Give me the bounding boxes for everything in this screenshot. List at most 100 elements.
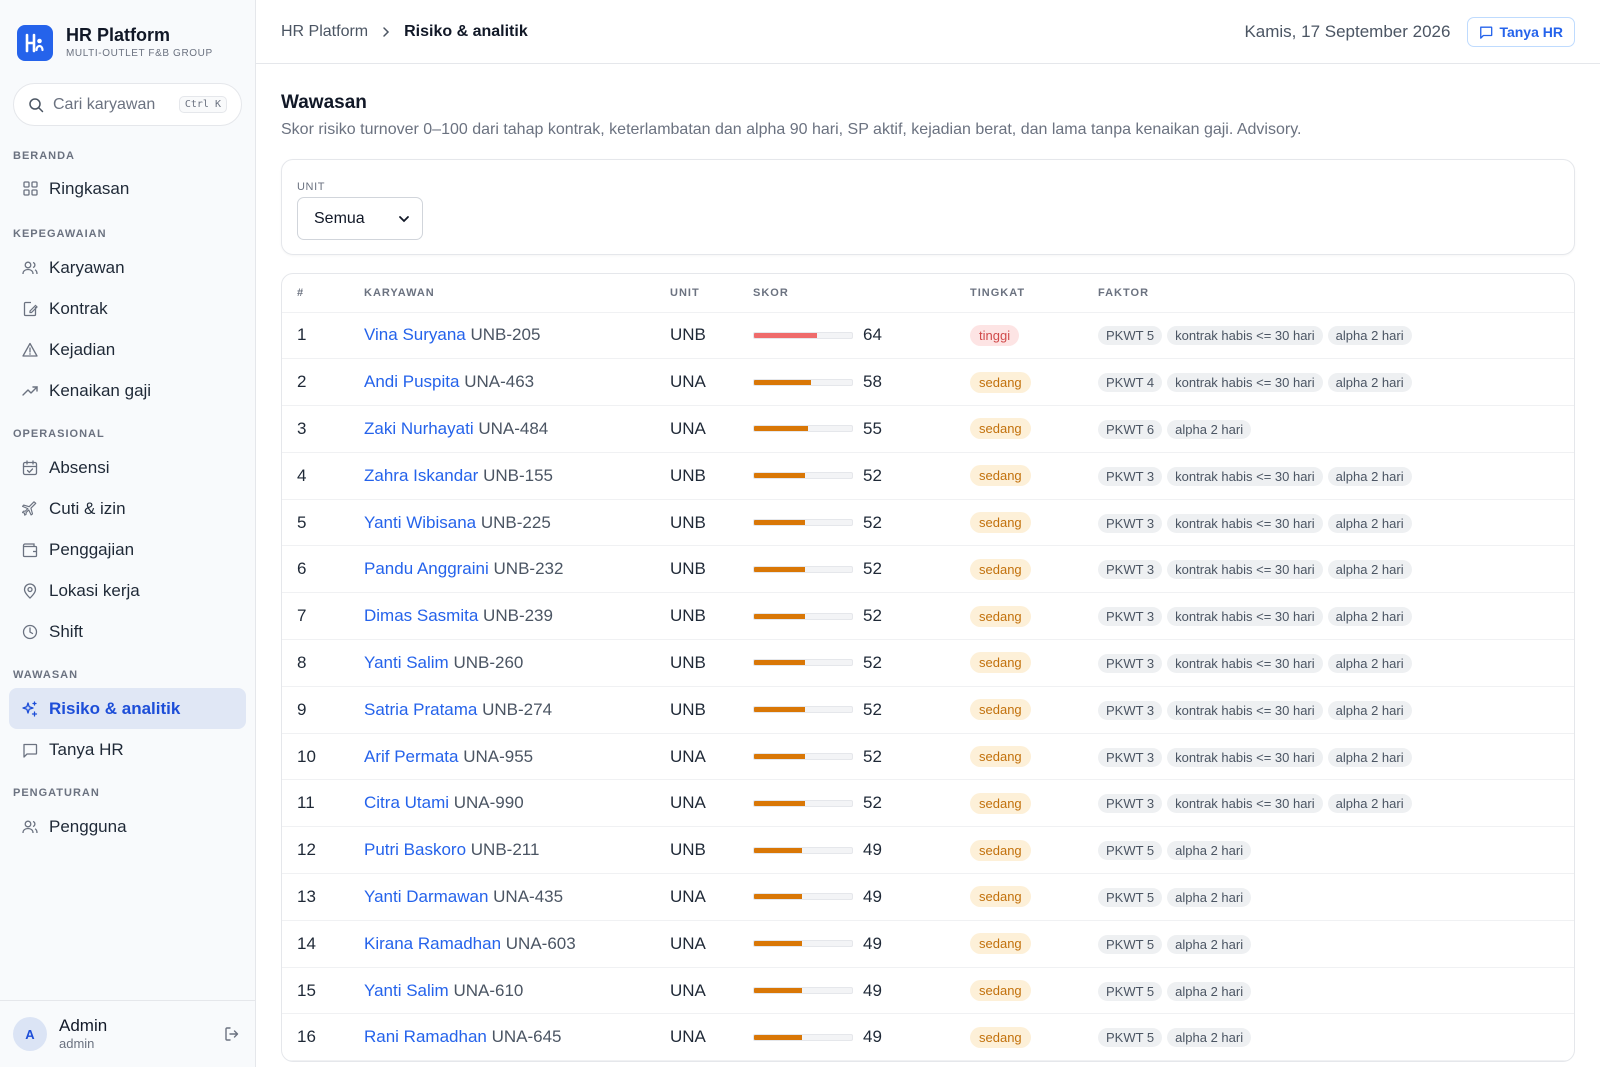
sidebar-item-absensi[interactable]: Absensi xyxy=(9,447,246,488)
employee-cell: Pandu Anggraini UNB-232 xyxy=(349,545,655,594)
search-input[interactable]: Cari karyawan Ctrl K xyxy=(13,83,242,126)
employee-link[interactable]: Dimas Sasmita xyxy=(364,606,478,625)
employee-link[interactable]: Pandu Anggraini xyxy=(364,559,489,578)
sidebar-item-lokasi[interactable]: Lokasi kerja xyxy=(9,570,246,611)
breadcrumb-root[interactable]: HR Platform xyxy=(281,23,368,41)
score-value: 52 xyxy=(863,465,882,485)
row-number: 4 xyxy=(282,452,349,500)
employee-link[interactable]: Vina Suryana xyxy=(364,325,466,344)
employee-link[interactable]: Yanti Salim xyxy=(364,653,449,672)
score-bar xyxy=(753,378,853,386)
nav-section-beranda: BERANDA xyxy=(13,150,75,162)
sidebar-item-kontrak[interactable]: Kontrak xyxy=(9,288,246,329)
sidebar-item-cuti[interactable]: Cuti & izin xyxy=(9,488,246,529)
risk-level-badge: sedang xyxy=(970,933,1031,955)
employee-link[interactable]: Kirana Ramadhan xyxy=(364,934,501,953)
employee-cell: Yanti Darmawan UNA-435 xyxy=(349,873,655,921)
employee-code: UNB-211 xyxy=(470,840,540,860)
employee-code: UNA-603 xyxy=(505,933,576,953)
factors-cell: PKWT 6 alpha 2 hari xyxy=(1083,405,1574,453)
page-title: Wawasan xyxy=(281,92,367,113)
current-date: Kamis, 17 September 2026 xyxy=(1244,21,1451,41)
score-value: 49 xyxy=(863,933,882,953)
employee-link[interactable]: Yanti Salim xyxy=(364,981,449,1000)
employee-code: UNA-463 xyxy=(464,372,535,392)
row-number: 1 xyxy=(282,312,349,360)
table-row: 7 Dimas Sasmita UNB-239 UNB 52 sedang PKWT 3k… xyxy=(282,592,1574,641)
level-cell: sedang xyxy=(955,686,1083,734)
unit-select[interactable]: Semua xyxy=(297,197,423,240)
sidebar-item-karyawan[interactable]: Karyawan xyxy=(9,247,246,288)
risk-level-badge: sedang xyxy=(970,652,1031,674)
score-bar xyxy=(753,659,853,667)
employee-link[interactable]: Arif Permata xyxy=(364,747,458,766)
search-icon xyxy=(28,97,44,113)
employee-cell: Zaki Nurhayati UNA-484 xyxy=(349,405,655,453)
risk-level-badge: sedang xyxy=(970,371,1031,393)
risk-level-badge: sedang xyxy=(970,839,1031,861)
score-value: 58 xyxy=(863,372,882,392)
ask-hr-button[interactable]: Tanya HR xyxy=(1467,16,1575,47)
employee-link[interactable]: Yanti Darmawan xyxy=(364,887,488,906)
unit-cell: UNA xyxy=(655,358,738,407)
factor-chip: PKWT 5 xyxy=(1098,326,1163,346)
employee-link[interactable]: Rani Ramadhan xyxy=(364,1027,487,1046)
score-cell: 49 xyxy=(738,873,955,921)
score-cell: 52 xyxy=(738,545,955,594)
factor-chip: alpha 2 hari xyxy=(1327,466,1412,486)
sidebar-item-shift[interactable]: Shift xyxy=(9,611,246,652)
employee-code: UNA-645 xyxy=(491,1027,562,1047)
factors-cell: PKWT 5 alpha 2 hari xyxy=(1083,1013,1574,1062)
sidebar-item-tanya-hr[interactable]: Tanya HR xyxy=(9,729,246,770)
sidebar-item-risiko[interactable]: Risiko & analitik xyxy=(9,688,246,729)
employee-cell: Dimas Sasmita UNB-239 xyxy=(349,592,655,641)
score-value: 52 xyxy=(863,512,882,532)
score-cell: 52 xyxy=(738,686,955,734)
search-shortcut: Ctrl K xyxy=(178,96,227,113)
employee-link[interactable]: Zaki Nurhayati xyxy=(364,419,474,438)
risk-level-badge: sedang xyxy=(970,980,1031,1002)
employee-link[interactable]: Yanti Wibisana xyxy=(364,513,476,532)
users-icon xyxy=(22,819,38,835)
user-role: admin xyxy=(59,1036,95,1051)
factor-chip: alpha 2 hari xyxy=(1327,607,1412,627)
factor-chip: PKWT 5 xyxy=(1098,887,1163,907)
employee-cell: Arif Permata UNA-955 xyxy=(349,733,655,781)
sidebar-item-label: Tanya HR xyxy=(49,739,124,759)
logout-icon[interactable] xyxy=(222,1024,242,1044)
row-number: 6 xyxy=(282,545,349,594)
sparkles-icon xyxy=(22,700,38,717)
risk-table: # KARYAWAN UNIT SKOR TINGKAT FAKTOR 1 Vin… xyxy=(282,274,1574,1062)
score-cell: 49 xyxy=(738,1013,955,1062)
ask-hr-label: Tanya HR xyxy=(1499,23,1563,40)
employee-link[interactable]: Andi Puspita xyxy=(364,372,459,391)
table-row: 12 Putri Baskoro UNB-211 UNB 49 sedang PKWT 5… xyxy=(282,826,1574,875)
factor-chip: kontrak habis <= 30 hari xyxy=(1167,653,1323,673)
level-cell: sedang xyxy=(955,779,1083,828)
score-bar xyxy=(753,519,853,527)
level-cell: sedang xyxy=(955,592,1083,641)
employee-link[interactable]: Citra Utami xyxy=(364,793,449,812)
employee-link[interactable]: Putri Baskoro xyxy=(364,840,466,859)
sidebar-item-penggajian[interactable]: Penggajian xyxy=(9,529,246,570)
score-value: 49 xyxy=(863,840,882,860)
risk-level-badge: sedang xyxy=(970,746,1031,768)
sidebar-item-kenaikan-gaji[interactable]: Kenaikan gaji xyxy=(9,370,246,411)
score-cell: 49 xyxy=(738,826,955,875)
score-bar-fill xyxy=(754,754,805,760)
score-bar xyxy=(753,1033,853,1041)
factor-chip: alpha 2 hari xyxy=(1327,326,1412,346)
employee-link[interactable]: Satria Pratama xyxy=(364,700,477,719)
sidebar-item-pengguna[interactable]: Pengguna xyxy=(9,806,246,847)
sidebar-item-ringkasan[interactable]: Ringkasan xyxy=(9,168,246,209)
score-bar xyxy=(753,799,853,807)
level-cell: sedang xyxy=(955,967,1083,1015)
row-number: 2 xyxy=(282,358,349,407)
score-cell: 52 xyxy=(738,499,955,547)
sidebar-item-kejadian[interactable]: Kejadian xyxy=(9,329,246,370)
factor-chip: PKWT 3 xyxy=(1098,653,1163,673)
risk-table-card: # KARYAWAN UNIT SKOR TINGKAT FAKTOR 1 Vin… xyxy=(281,273,1575,1063)
sidebar-item-label: Ringkasan xyxy=(49,178,130,198)
employee-link[interactable]: Zahra Iskandar xyxy=(364,466,478,485)
factor-chip: kontrak habis <= 30 hari xyxy=(1167,794,1323,814)
